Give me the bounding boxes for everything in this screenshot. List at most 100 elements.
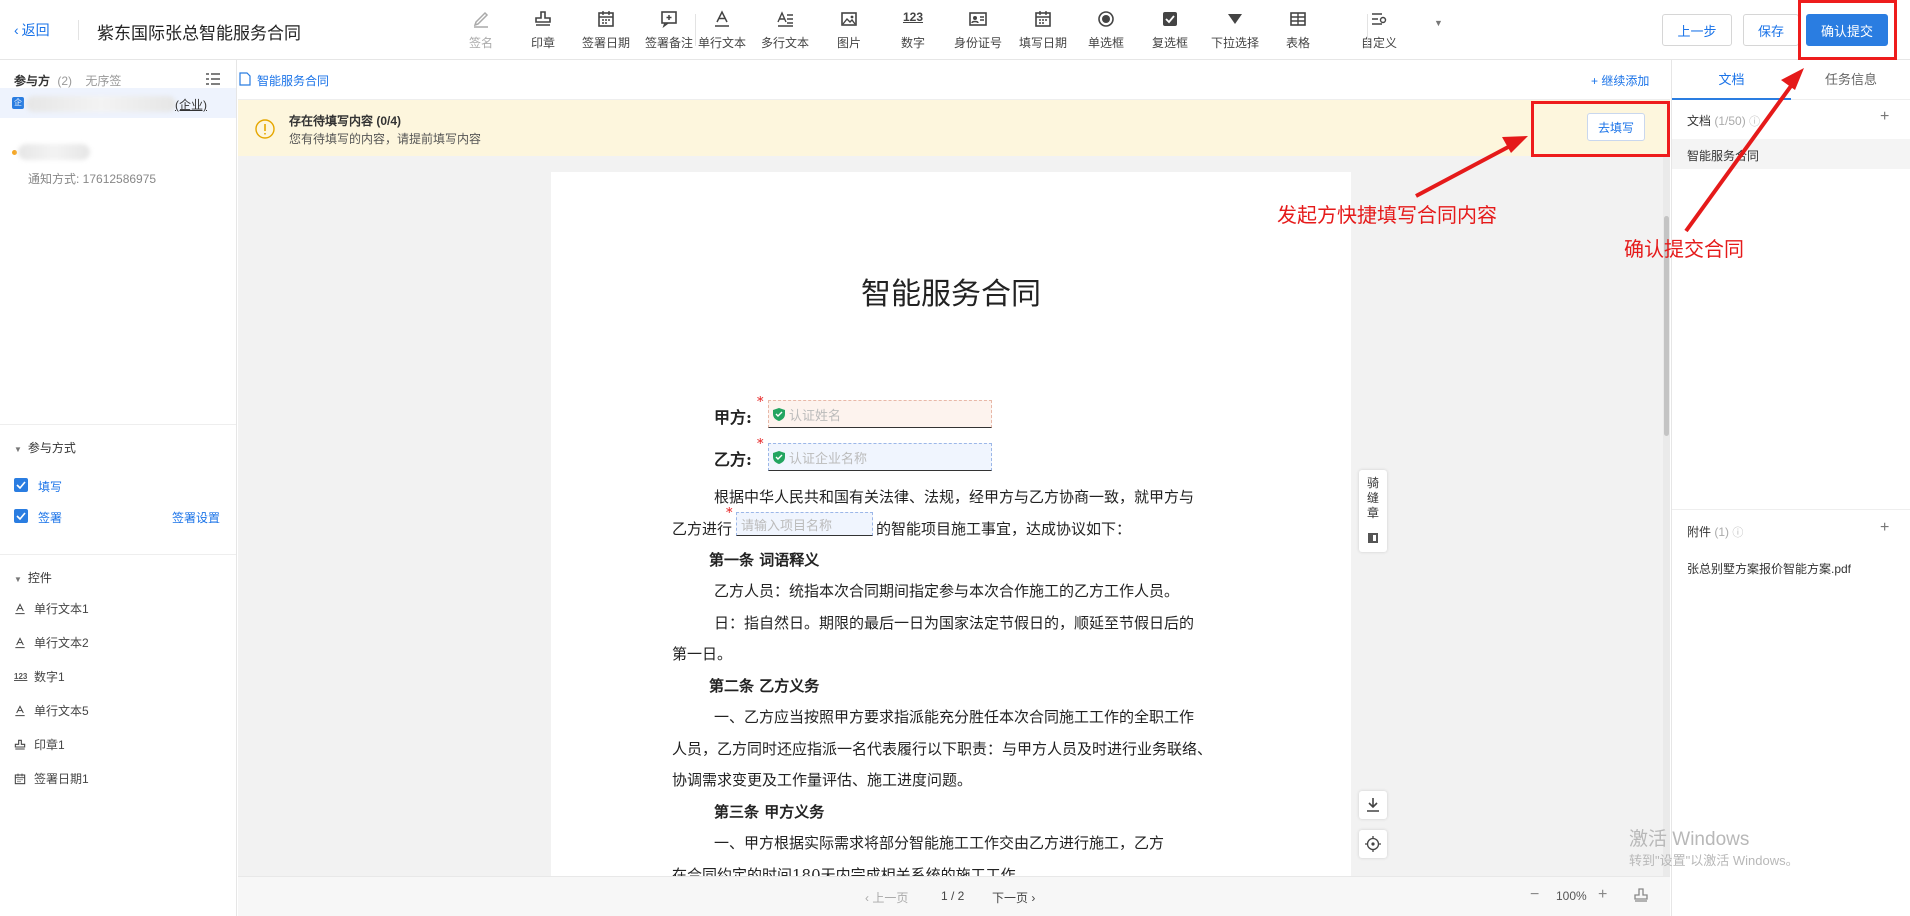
clause-paragraph: 根据中华人民共和国有关法律、法规，经甲方与乙方协商一致，就甲方与: [714, 488, 1195, 506]
riding-seal-tool[interactable]: 骑缝章: [1359, 470, 1387, 552]
check-icon: [16, 512, 26, 520]
caret-down-icon: ▼: [14, 575, 22, 584]
back-button[interactable]: ‹ 返回: [14, 20, 50, 40]
control-item[interactable]: 单行文本2: [14, 634, 89, 651]
chevron-left-icon: ‹: [14, 22, 19, 38]
participant-company[interactable]: 企 (企业): [0, 88, 236, 118]
divider: [0, 554, 236, 555]
document-list-item[interactable]: 智能服务合同: [1672, 139, 1910, 169]
clause-paragraph: 的智能项目施工事宜，达成协议如下：: [876, 520, 1132, 538]
tool-calendar[interactable]: 填写日期: [1011, 10, 1075, 51]
document-area: 智能服务合同 + 继续添加 存在待填写内容 (0/4) 您有待填写的内容，请提前…: [238, 60, 1670, 916]
info-panel: 文档 任务信息 文档 (1/50) ⓘ + 智能服务合同 附件 (1) ⓘ + …: [1671, 60, 1910, 916]
control-item[interactable]: 123 数字1: [14, 668, 65, 685]
control-item[interactable]: 签署日期1: [14, 770, 89, 787]
clause-paragraph: 一、乙方应当按照甲方要求指派能充分胜任本次合同施工工作的全职工作: [714, 708, 1195, 726]
document-tab[interactable]: 智能服务合同: [257, 72, 329, 89]
locate-button[interactable]: [1359, 830, 1387, 858]
tab-task-info[interactable]: 任务信息: [1791, 60, 1910, 100]
control-item[interactable]: 印章1: [14, 736, 65, 753]
required-star: *: [757, 395, 764, 410]
caret-down-icon: ▼: [14, 445, 22, 454]
tool-radio[interactable]: 单选框: [1074, 10, 1138, 51]
calendar-icon: [1035, 11, 1051, 27]
shield-check-icon: [773, 408, 785, 421]
annotation-fill-note: 发起方快捷填写合同内容: [1277, 203, 1497, 227]
highlight-box-fill: [1531, 101, 1670, 157]
continue-add-button[interactable]: + 继续添加: [1591, 72, 1649, 89]
zoom-level: 100%: [1556, 889, 1587, 903]
annotation-submit-note: 确认提交合同: [1624, 237, 1744, 261]
zoom-out-button[interactable]: −: [1530, 886, 1539, 904]
tool-table[interactable]: 表格: [1266, 10, 1330, 51]
prev-page-button[interactable]: ‹ 上一页: [865, 889, 908, 906]
attachment-item[interactable]: 张总别墅方案报价智能方案.pdf: [1687, 560, 1851, 577]
sign-settings-link[interactable]: 签署设置: [172, 509, 220, 526]
tool-signature-pen[interactable]: 签名: [449, 10, 513, 51]
download-icon: [1367, 798, 1379, 812]
banner-title: 存在待填写内容 (0/4): [289, 114, 402, 128]
stamp-icon: [14, 739, 26, 750]
status-dot: [12, 150, 17, 155]
document-title: 智能服务合同: [861, 277, 1041, 312]
stamp-icon[interactable]: [1633, 888, 1649, 904]
control-item[interactable]: 单行文本5: [14, 702, 89, 719]
page-indicator: 1 / 2: [941, 889, 965, 903]
tool-custom[interactable]: 自定义: [1347, 10, 1411, 51]
next-page-button[interactable]: 下一页 ›: [992, 889, 1035, 906]
tool-calendar[interactable]: 签署日期: [574, 10, 638, 51]
article-heading: 第三条 甲方义务: [714, 803, 825, 821]
control-item[interactable]: 单行文本1: [14, 600, 89, 617]
sort-list-icon[interactable]: [206, 73, 220, 85]
id-card-icon: [969, 12, 987, 26]
tool-stamp[interactable]: 印章: [511, 10, 575, 51]
tool-dropdown[interactable]: 下拉选择: [1203, 10, 1267, 51]
article-heading: 第二条 乙方义务: [709, 677, 820, 695]
document-icon: [239, 72, 251, 86]
participation-mode-section[interactable]: ▼ 参与方式: [14, 439, 76, 456]
clause-paragraph: 乙方人员：统指本次合同期间指定参与本次合作施工的乙方工作人员。: [714, 582, 1180, 600]
tool-id-card[interactable]: 身份证号: [946, 10, 1010, 51]
tool-text-multi[interactable]: 多行文本: [753, 10, 817, 51]
check-icon: [16, 481, 26, 489]
text-single-icon: [715, 10, 729, 27]
party-b-company-field[interactable]: 认证企业名称: [768, 443, 992, 471]
tab-document[interactable]: 文档: [1672, 60, 1791, 100]
tool-checkbox[interactable]: 复选框: [1138, 10, 1202, 51]
company-icon: 企: [12, 97, 24, 109]
radio-icon: [1098, 11, 1114, 27]
previous-step-button[interactable]: 上一步: [1662, 14, 1732, 46]
document-tab-bar: 智能服务合同 + 继续添加: [238, 60, 1670, 100]
download-button[interactable]: [1359, 791, 1387, 819]
required-star: *: [757, 437, 764, 452]
sign-checkbox[interactable]: [14, 509, 28, 523]
required-star: *: [726, 506, 733, 521]
info-circle-icon: ⓘ: [1732, 527, 1744, 539]
divider: [0, 424, 236, 425]
text-single-icon: [15, 602, 25, 614]
text-multi-icon: [777, 11, 793, 27]
chevron-down-icon[interactable]: ▼: [1434, 18, 1443, 28]
toolbar-separator: [1367, 14, 1368, 46]
add-document-button[interactable]: +: [1880, 108, 1889, 126]
participants-sidebar: 参与方 (2) 无序签 企 (企业) 通知方式: 17612586975 ▼ 参与…: [0, 60, 237, 916]
party-a-name-field[interactable]: 认证姓名: [768, 400, 992, 428]
project-name-input[interactable]: 请输入项目名称: [736, 512, 873, 536]
participant-person[interactable]: 通知方式: 17612586975: [0, 144, 236, 186]
tool-text-single[interactable]: 单行文本: [690, 10, 754, 51]
fill-checkbox[interactable]: [14, 478, 28, 492]
tool-number[interactable]: 123 数字: [881, 10, 945, 51]
dropdown-icon: [1228, 14, 1242, 24]
shield-check-icon: [773, 451, 785, 464]
save-button[interactable]: 保存: [1743, 14, 1799, 46]
toolbar-separator: [78, 20, 79, 40]
blurred-name: [18, 144, 90, 160]
text-single-icon: [15, 704, 25, 716]
vertical-scrollbar[interactable]: [1663, 156, 1670, 876]
add-attachment-button[interactable]: +: [1880, 519, 1889, 537]
clause-paragraph: 乙方进行: [672, 520, 733, 538]
number-icon: 123: [902, 10, 924, 24]
tool-image[interactable]: 图片: [817, 10, 881, 51]
controls-section[interactable]: ▼ 控件: [14, 569, 52, 586]
zoom-in-button[interactable]: +: [1598, 886, 1607, 904]
